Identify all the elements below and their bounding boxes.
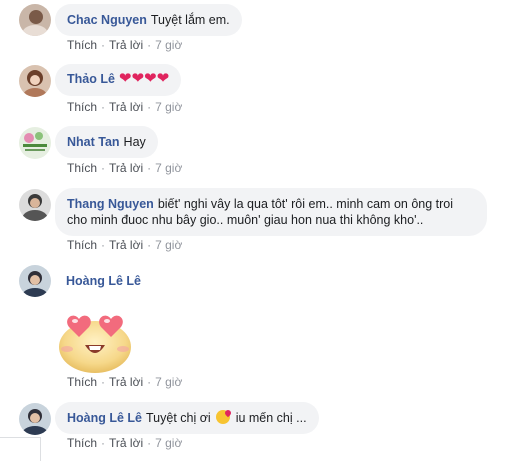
- separator-dot: ·: [147, 100, 152, 114]
- avatar[interactable]: [19, 403, 51, 435]
- comment-bubble: Thang Nguyen biết' nghi vây la qua tôt' r…: [55, 188, 487, 236]
- comment-bubble: Chac Nguyen Tuyệt lắm em.: [55, 4, 242, 36]
- reply-link[interactable]: Trả lời: [109, 436, 143, 450]
- like-link[interactable]: Thích: [67, 375, 97, 389]
- heart-eyes-sticker: [55, 305, 135, 375]
- comment-bubble: Nhat Tan Hay: [55, 126, 158, 158]
- comment-actions: Thích · Trả lời · 7 giờ: [67, 37, 182, 53]
- avatar[interactable]: [19, 127, 51, 159]
- author-name-link[interactable]: Hoàng Lê Lê: [67, 411, 142, 425]
- separator-dot: ·: [101, 100, 106, 114]
- hearts-text: ❤❤❤❤: [118, 70, 170, 87]
- reply-link[interactable]: Trả lời: [109, 161, 143, 175]
- reply-link[interactable]: Trả lời: [109, 238, 143, 252]
- kissing-heart-emoji-icon: [216, 410, 231, 424]
- author-name-link[interactable]: Thang Nguyen: [67, 197, 154, 211]
- comment-text: Hay: [123, 135, 146, 149]
- comment-actions: Thích · Trả lời · 7 giờ: [67, 374, 182, 390]
- timestamp[interactable]: 7 giờ: [155, 375, 182, 389]
- timestamp[interactable]: 7 giờ: [155, 161, 182, 175]
- author-name-link[interactable]: Thảo Lê: [67, 72, 115, 86]
- comment-actions: Thích · Trả lời · 7 giờ: [67, 160, 182, 176]
- separator-dot: ·: [101, 161, 106, 175]
- separator-dot: ·: [101, 38, 106, 52]
- like-link[interactable]: Thích: [67, 161, 97, 175]
- comment-bubble: Thảo Lê ❤❤❤❤: [55, 64, 182, 96]
- reply-link[interactable]: Trả lời: [109, 100, 143, 114]
- avatar[interactable]: [19, 265, 51, 297]
- reply-link[interactable]: Trả lời: [109, 375, 143, 389]
- separator-dot: ·: [147, 161, 152, 175]
- avatar[interactable]: [19, 4, 51, 36]
- author-name-link[interactable]: Nhat Tan: [67, 135, 120, 149]
- separator-dot: ·: [101, 238, 106, 252]
- avatar[interactable]: [19, 65, 51, 97]
- separator-dot: ·: [147, 375, 152, 389]
- divider: [40, 437, 41, 461]
- comment-actions: Thích · Trả lời · 7 giờ: [67, 435, 182, 451]
- separator-dot: ·: [101, 436, 106, 450]
- divider: [0, 437, 40, 438]
- timestamp[interactable]: 7 giờ: [155, 100, 182, 114]
- comment-text: Tuyệt chị ơi: [146, 411, 211, 425]
- separator-dot: ·: [101, 375, 106, 389]
- separator-dot: ·: [147, 38, 152, 52]
- separator-dot: ·: [147, 436, 152, 450]
- separator-dot: ·: [147, 238, 152, 252]
- comment-bubble: Hoàng Lê Lê Tuyệt chị ơi iu mến chị ...: [55, 402, 319, 434]
- author-name-link[interactable]: Chac Nguyen: [67, 13, 147, 27]
- author-line: Hoàng Lê Lê: [66, 273, 141, 289]
- author-name-link[interactable]: Hoàng Lê Lê: [66, 274, 141, 288]
- like-link[interactable]: Thích: [67, 436, 97, 450]
- comment-actions: Thích · Trả lời · 7 giờ: [67, 237, 182, 253]
- timestamp[interactable]: 7 giờ: [155, 38, 182, 52]
- like-link[interactable]: Thích: [67, 100, 97, 114]
- comment-text-continued: iu mến chị ...: [235, 411, 307, 425]
- reply-link[interactable]: Trả lời: [109, 38, 143, 52]
- avatar[interactable]: [19, 189, 51, 221]
- timestamp[interactable]: 7 giờ: [155, 436, 182, 450]
- comment-actions: Thích · Trả lời · 7 giờ: [67, 99, 182, 115]
- comment-text: Tuyệt lắm em.: [150, 13, 230, 27]
- like-link[interactable]: Thích: [67, 38, 97, 52]
- like-link[interactable]: Thích: [67, 238, 97, 252]
- timestamp[interactable]: 7 giờ: [155, 238, 182, 252]
